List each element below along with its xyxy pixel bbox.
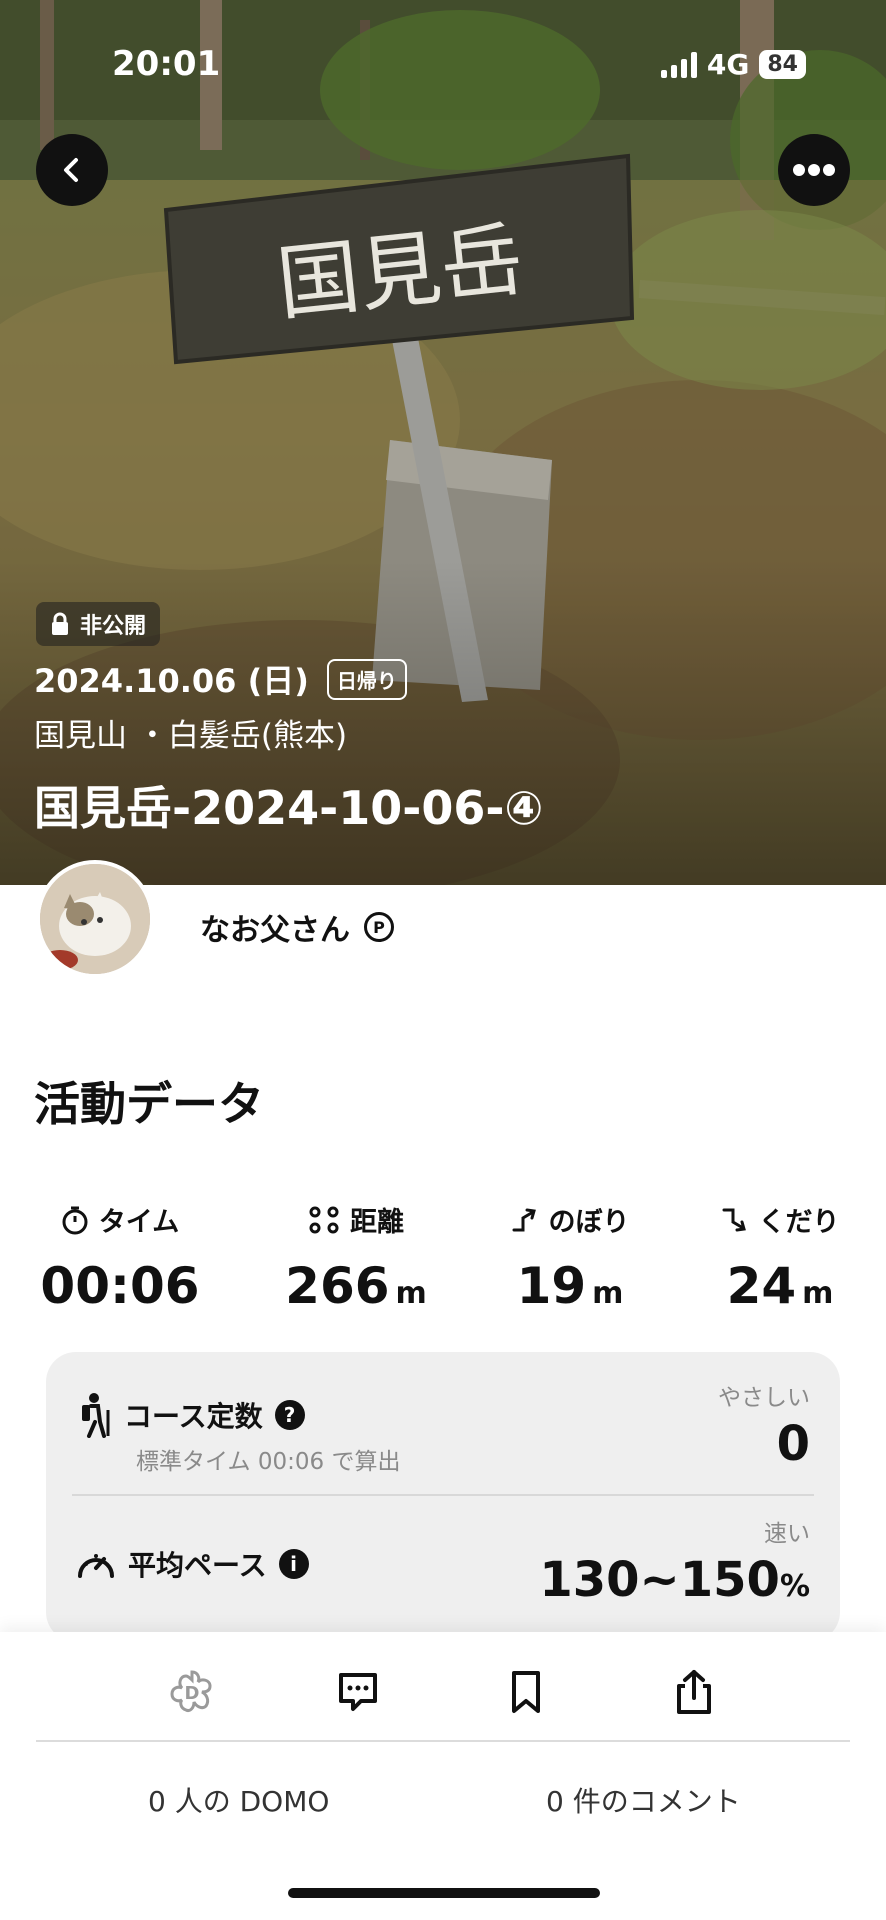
premium-badge-icon: P: [364, 912, 394, 942]
info-icon[interactable]: i: [278, 1549, 309, 1579]
bookmark-button[interactable]: [496, 1664, 556, 1720]
hiker-icon: [82, 1393, 110, 1438]
visibility-label: 非公開: [80, 614, 147, 639]
username[interactable]: なお父さん: [200, 905, 350, 949]
svg-text:D: D: [185, 1683, 200, 1704]
stat-unit: m: [802, 1276, 834, 1311]
stat-value: 00:06: [40, 1257, 200, 1315]
course-constant-label: コース定数: [124, 1400, 263, 1433]
lock-icon: [52, 612, 68, 635]
pace-unit: %: [779, 1569, 810, 1604]
more-options-button[interactable]: [778, 134, 850, 206]
pace-range: 130~150: [539, 1552, 780, 1608]
bottom-action-bar: D 0 人の DOMO 0 件のコメント: [0, 1632, 886, 1920]
stat-ascent: のぼり 19 m: [460, 1200, 680, 1315]
back-button[interactable]: [36, 134, 108, 206]
status-time: 20:01: [112, 44, 221, 84]
date-row: 2024.10.06 (日) 日帰り: [34, 656, 407, 702]
average-pace-row: 平均ペース i: [76, 1544, 309, 1584]
share-button[interactable]: [664, 1664, 724, 1720]
trip-type-badge: 日帰り: [326, 658, 407, 700]
network-type: 4G: [706, 48, 750, 81]
course-constant-note: 標準タイム 00:06 で算出: [136, 1449, 401, 1475]
help-icon[interactable]: ?: [274, 1400, 305, 1430]
cellular-signal-icon: [660, 51, 697, 78]
course-constant-value: 0: [776, 1416, 810, 1472]
activity-date: 2024.10.06 (日): [34, 662, 309, 700]
stat-value: 19: [516, 1257, 587, 1315]
speedometer-icon: [78, 1554, 114, 1578]
stat-label: のぼり: [548, 1207, 630, 1238]
domo-button[interactable]: D: [162, 1664, 222, 1720]
pace-tag: 速い: [764, 1521, 810, 1547]
descent-icon: [722, 1208, 746, 1231]
stat-descent: くだり 24 m: [670, 1200, 886, 1315]
user-info[interactable]: なお父さん P: [200, 905, 394, 949]
visibility-badge: 非公開: [36, 602, 161, 646]
average-pace-label: 平均ペース: [128, 1549, 267, 1582]
course-info-card: コース定数 ? 標準タイム 00:06 で算出 やさしい 0 平均ペース i 速…: [46, 1352, 840, 1642]
stat-value: 24: [726, 1257, 797, 1315]
course-constant-row: コース定数 ?: [76, 1392, 305, 1438]
route-icon: [309, 1206, 339, 1233]
domo-flower-icon: D: [170, 1670, 212, 1712]
stat-label: 距離: [350, 1207, 404, 1238]
comment-count[interactable]: 0 件のコメント: [546, 1780, 741, 1820]
battery-level: 84: [759, 50, 806, 79]
mountain-area[interactable]: 国見山 ・白髪岳(熊本): [34, 710, 347, 755]
cover-photo[interactable]: 国見岳 20:01 4G 84 非公開 2024.10.06 (日) 日帰り 国…: [0, 0, 886, 885]
cat-avatar-image: [40, 864, 150, 974]
status-indicators: 4G 84: [660, 48, 806, 81]
stat-time: タイム 00:06: [10, 1200, 230, 1315]
activity-title: 国見岳-2024-10-06-④: [34, 781, 544, 835]
card-divider: [72, 1494, 814, 1496]
average-pace-value: 130~150%: [539, 1552, 810, 1608]
stat-distance: 距離 266 m: [246, 1200, 466, 1315]
stat-unit: m: [592, 1276, 624, 1311]
share-icon: [677, 1670, 711, 1714]
bookmark-icon: [512, 1671, 540, 1713]
stat-unit: m: [395, 1276, 427, 1311]
home-indicator: [288, 1888, 600, 1898]
activity-data-heading: 活動データ: [34, 1077, 264, 1131]
stat-label: くだり: [758, 1207, 840, 1238]
stat-value: 266: [285, 1257, 390, 1315]
chevron-left-icon: [64, 158, 78, 182]
stat-label: タイム: [98, 1207, 180, 1238]
ascent-icon: [512, 1208, 536, 1231]
bar-divider: [36, 1740, 850, 1742]
comment-icon: [339, 1673, 377, 1711]
stopwatch-icon: [62, 1206, 88, 1234]
difficulty-tag: やさしい: [718, 1385, 810, 1411]
comment-button[interactable]: [328, 1664, 388, 1720]
domo-count[interactable]: 0 人の DOMO: [148, 1780, 329, 1820]
user-avatar[interactable]: [36, 860, 154, 978]
activity-screen: 国見岳 20:01 4G 84 非公開 2024.10.06 (日) 日帰り 国…: [0, 0, 886, 1920]
more-dots-icon: [793, 164, 835, 176]
